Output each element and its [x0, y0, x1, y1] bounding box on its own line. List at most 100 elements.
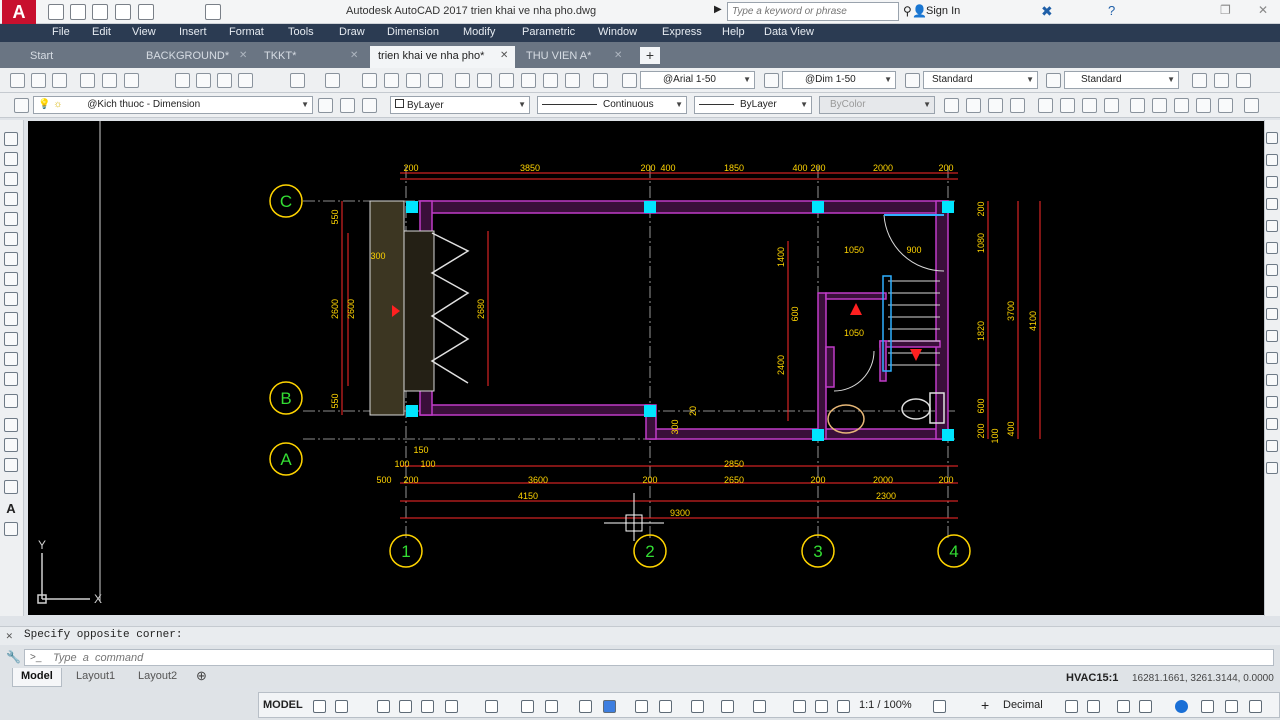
color-select[interactable]: ByLayer ▼ [390, 96, 530, 114]
erase-icon[interactable] [1266, 132, 1278, 144]
add-selected-icon[interactable] [4, 522, 18, 536]
gradient-icon[interactable] [4, 438, 18, 452]
fillet-icon[interactable] [1266, 440, 1278, 452]
application-menu-button[interactable]: A [2, 0, 36, 24]
polygon-icon[interactable] [4, 192, 18, 206]
clean-screen-icon[interactable] [1175, 700, 1188, 713]
exchange-icon[interactable]: ✖ [1041, 3, 1053, 20]
save-icon[interactable] [52, 73, 67, 88]
ordinate-icon[interactable] [1010, 98, 1025, 113]
join-icon[interactable] [1266, 396, 1278, 408]
tab-trien-khai[interactable]: trien khai ve nha pho* [370, 46, 515, 68]
circle-icon[interactable] [4, 252, 18, 266]
continue-icon[interactable] [1174, 98, 1189, 113]
menu-data-view[interactable]: Data View [764, 26, 814, 38]
menu-icon[interactable] [1249, 700, 1262, 713]
annotation-scale-icon[interactable] [837, 700, 850, 713]
workspace-icon[interactable] [205, 4, 221, 20]
lineweight-icon[interactable] [579, 700, 592, 713]
lock-ui-icon[interactable] [1087, 700, 1100, 713]
table-style-icon[interactable] [905, 73, 920, 88]
polyline-icon[interactable] [4, 172, 18, 186]
chamfer-icon[interactable] [1266, 418, 1278, 430]
tolerance-icon[interactable] [1244, 98, 1259, 113]
stretch-icon[interactable] [1266, 308, 1278, 320]
wrench-icon[interactable]: 🔧 [6, 650, 21, 664]
restore-window-icon[interactable]: ❐ [1220, 3, 1231, 17]
ortho-icon[interactable] [421, 700, 434, 713]
baseline-icon[interactable] [1152, 98, 1167, 113]
rotate-icon[interactable] [1266, 264, 1278, 276]
annotation-visibility-icon[interactable] [793, 700, 806, 713]
aligned-dimension-icon[interactable] [966, 98, 981, 113]
zoom-previous-icon[interactable] [428, 73, 443, 88]
point-icon[interactable] [4, 394, 18, 408]
close-command-icon[interactable]: ✕ [6, 629, 13, 643]
open-file-icon[interactable] [70, 4, 86, 20]
hatch-icon[interactable] [4, 418, 18, 432]
qnew-icon[interactable] [10, 73, 25, 88]
layer-properties-icon[interactable] [14, 98, 29, 113]
menu-express[interactable]: Express [662, 26, 702, 38]
paste-icon[interactable] [217, 73, 232, 88]
menu-parametric[interactable]: Parametric [522, 26, 575, 38]
isometric-icon[interactable] [485, 700, 498, 713]
ellipse-icon[interactable] [4, 312, 18, 326]
quickcalc-icon[interactable] [565, 73, 580, 88]
layer-state-icon[interactable] [362, 98, 377, 113]
dynamic-input-icon[interactable] [399, 700, 412, 713]
search-box[interactable] [727, 2, 899, 21]
close-tab-icon[interactable]: ✕ [350, 50, 358, 61]
menu-format[interactable]: Format [229, 26, 264, 38]
dimspace-icon[interactable] [1196, 98, 1211, 113]
gizmo-icon[interactable] [753, 700, 766, 713]
move-icon[interactable] [1266, 242, 1278, 254]
dim-style-icon[interactable] [764, 73, 779, 88]
infer-constraints-icon[interactable] [377, 700, 390, 713]
selection-filter-icon[interactable] [721, 700, 734, 713]
design-center-icon[interactable] [477, 73, 492, 88]
new-tab-plus-icon[interactable]: + [640, 47, 660, 64]
extend-icon[interactable] [1266, 352, 1278, 364]
table-icon[interactable] [4, 480, 18, 494]
insert-block-icon[interactable] [4, 352, 18, 366]
model-space-toggle[interactable]: MODEL [263, 699, 303, 711]
publish-icon[interactable] [124, 73, 139, 88]
menu-insert[interactable]: Insert [179, 26, 207, 38]
spell-check-icon[interactable] [1236, 73, 1251, 88]
break-icon[interactable] [1266, 374, 1278, 386]
customization-icon[interactable] [1201, 700, 1214, 713]
multileader-style-select[interactable]: Standard ▼ [1064, 71, 1179, 89]
text-style-select[interactable]: @Arial 1-50 ▼ [640, 71, 755, 89]
multiline-text-icon[interactable]: A [4, 502, 18, 516]
menu-draw[interactable]: Draw [339, 26, 365, 38]
plot-icon[interactable] [115, 4, 131, 20]
object-snap-icon[interactable] [545, 700, 558, 713]
menu-edit[interactable]: Edit [92, 26, 111, 38]
help-icon[interactable]: ? [1108, 3, 1115, 18]
hardware-acceleration-icon[interactable] [1139, 700, 1152, 713]
open-icon[interactable] [31, 73, 46, 88]
help-icon[interactable] [593, 73, 608, 88]
menu-modify[interactable]: Modify [463, 26, 495, 38]
selection-cycling-icon[interactable] [635, 700, 648, 713]
arc-length-icon[interactable] [988, 98, 1003, 113]
spline-icon[interactable] [4, 292, 18, 306]
plot-icon[interactable] [80, 73, 95, 88]
grid-icon[interactable] [313, 700, 326, 713]
linetype-select[interactable]: Continuous ▼ [537, 96, 687, 114]
table-style-select[interactable]: Standard ▼ [923, 71, 1038, 89]
mtext-icon[interactable] [1214, 73, 1229, 88]
isolate-objects-icon[interactable] [1117, 700, 1130, 713]
array-icon[interactable] [1266, 220, 1278, 232]
text-style-icon[interactable] [622, 73, 637, 88]
tab-layout2[interactable]: Layout2 [130, 668, 185, 687]
redo-icon[interactable] [325, 73, 340, 88]
annotation-monitor-icon[interactable]: + [981, 697, 989, 713]
angular-icon[interactable] [1104, 98, 1119, 113]
undo-icon[interactable] [138, 4, 154, 20]
quick-dimension-icon[interactable] [1130, 98, 1145, 113]
arc-icon[interactable] [4, 232, 18, 246]
explode-icon[interactable] [1266, 462, 1278, 474]
radius-icon[interactable] [1038, 98, 1053, 113]
